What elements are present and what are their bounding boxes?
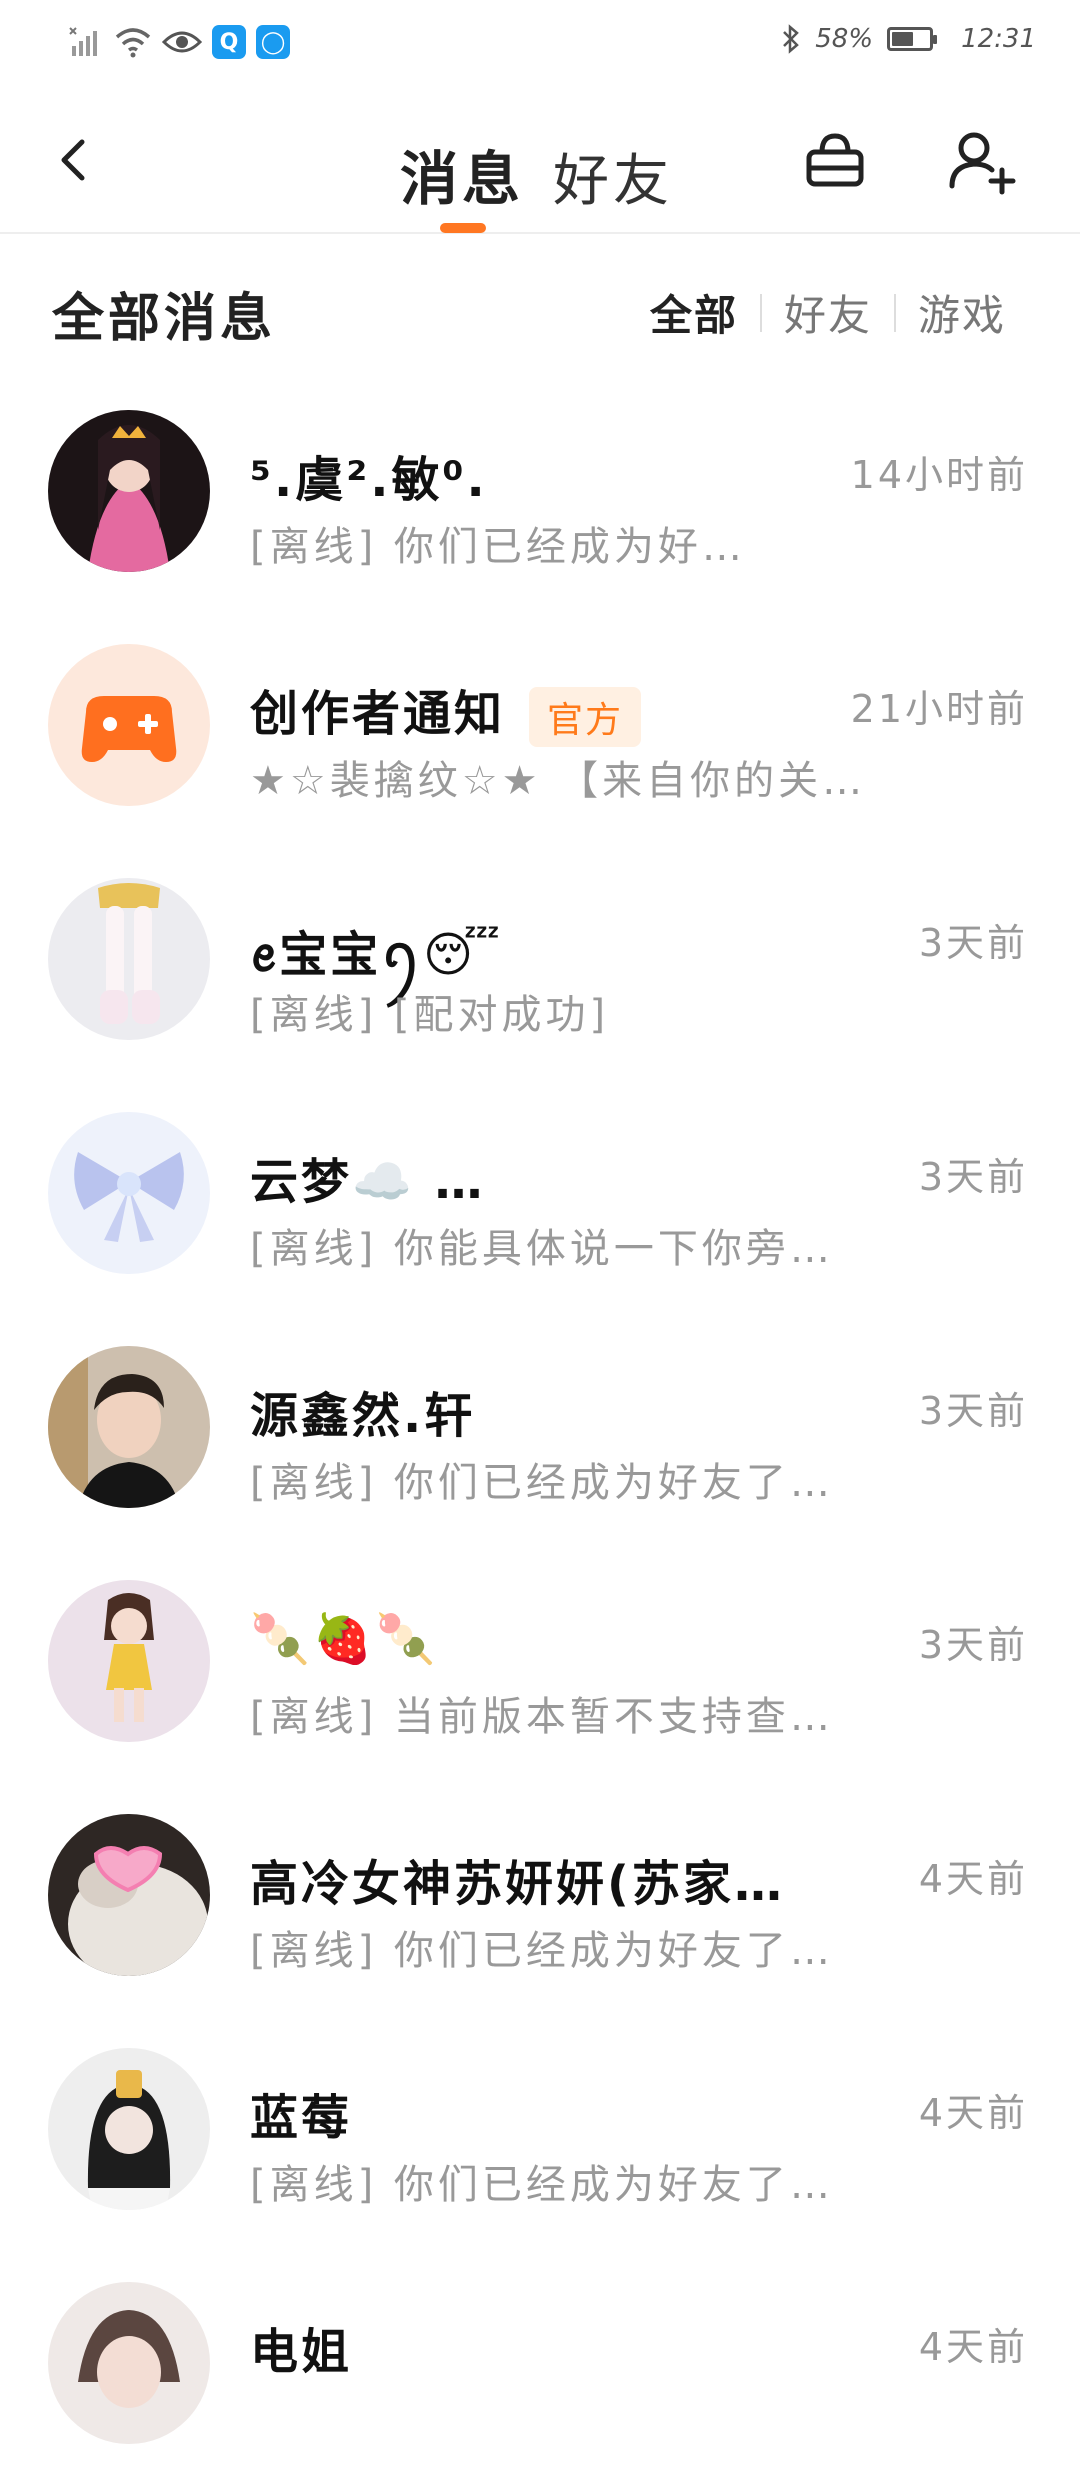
- contact-name: 🍡🍓🍡: [250, 1611, 439, 1667]
- message-time: 4天前: [918, 1857, 1028, 1901]
- status-bar: Q ◯ 58% 12:31: [0, 0, 1080, 90]
- message-preview: [离线] [配对成功]: [250, 992, 610, 1038]
- contact-name: 创作者通知 官方: [250, 674, 642, 747]
- bluetooth-icon: [783, 24, 800, 54]
- filter-games[interactable]: 游戏: [896, 282, 1028, 343]
- message-time: 3天前: [918, 1389, 1028, 1433]
- wifi-icon: [115, 28, 151, 58]
- message-time: 3天前: [918, 1623, 1028, 1667]
- message-preview: [离线] 你能具体说一下你旁…: [250, 1226, 834, 1272]
- back-icon[interactable]: [48, 130, 108, 190]
- message-preview: [离线] 你们已经成为好…: [250, 524, 746, 570]
- avatar[interactable]: [48, 2282, 210, 2444]
- battery-fill: [892, 32, 913, 46]
- contact-name: 电姐: [250, 2324, 353, 2380]
- avatar[interactable]: [48, 1814, 210, 1976]
- message-time: 4天前: [918, 2091, 1028, 2135]
- avatar[interactable]: [48, 1580, 210, 1742]
- message-time: 21小时前: [850, 687, 1028, 731]
- avatar[interactable]: [48, 878, 210, 1040]
- message-row[interactable]: 源鑫然.轩 [离线] 你们已经成为好友了… 3天前: [0, 1322, 1080, 1556]
- avatar[interactable]: [48, 410, 210, 572]
- message-row[interactable]: 蓝莓 [离线] 你们已经成为好友了… 4天前: [0, 2024, 1080, 2258]
- message-time: 14小时前: [850, 453, 1028, 497]
- tab-friends[interactable]: 好友: [553, 136, 673, 217]
- clock: 12:31: [961, 24, 1036, 54]
- search-app-icon: Q: [212, 25, 246, 59]
- contact-name: 蓝莓: [250, 2090, 353, 2146]
- message-list: ⁵.虞².敏⁰. [离线] 你们已经成为好… 14小时前 创作者通知 官方 ★☆裴…: [0, 386, 1080, 2492]
- eye-icon: [162, 31, 202, 53]
- filter-options: 全部 好友 游戏: [628, 282, 1028, 343]
- active-tab-indicator: [440, 223, 486, 233]
- battery-icon: [887, 27, 938, 51]
- tab-messages[interactable]: 消息: [400, 132, 524, 216]
- contact-name: 高冷女神苏妍妍(苏家…: [250, 1856, 785, 1912]
- message-time: 4天前: [918, 2325, 1028, 2369]
- message-time: 3天前: [918, 921, 1028, 965]
- add-friend-icon[interactable]: [946, 126, 1016, 196]
- contact-name: 云梦☁️ …: [250, 1154, 486, 1210]
- battery-percent: 58%: [815, 24, 874, 54]
- message-preview: [离线] 当前版本暂不支持查…: [250, 1694, 834, 1740]
- section-title: 全部消息: [52, 289, 277, 349]
- message-row[interactable]: ꫀ宝宝ꪆ😴 [离线] [配对成功] 3天前: [0, 854, 1080, 1088]
- message-row[interactable]: ⁵.虞².敏⁰. [离线] 你们已经成为好… 14小时前: [0, 386, 1080, 620]
- message-preview: [离线] 你们已经成为好友了…: [250, 2162, 834, 2208]
- message-row[interactable]: 云梦☁️ … [离线] 你能具体说一下你旁… 3天前: [0, 1088, 1080, 1322]
- avatar[interactable]: [48, 1112, 210, 1274]
- message-time: 3天前: [918, 1155, 1028, 1199]
- nav-bar: 消息 好友: [0, 90, 1080, 234]
- bulb-app-icon: ◯: [256, 25, 290, 59]
- shop-basket-icon[interactable]: [800, 126, 870, 196]
- avatar[interactable]: [48, 644, 210, 806]
- status-right: 58% 12:31: [781, 24, 1036, 54]
- contact-name-text: 创作者通知: [250, 686, 506, 742]
- filter-bar: 全部消息 全部 好友 游戏: [0, 234, 1080, 384]
- message-row[interactable]: 创作者通知 官方 ★☆裴擒纹☆★ 【来自你的关注】 21小时前: [0, 620, 1080, 854]
- status-left-icons: Q ◯: [68, 24, 290, 60]
- message-row[interactable]: 🍡🍓🍡 [离线] 当前版本暂不支持查… 3天前: [0, 1556, 1080, 1790]
- message-row[interactable]: 高冷女神苏妍妍(苏家… [离线] 你们已经成为好友了… 4天前: [0, 1790, 1080, 2024]
- filter-friends[interactable]: 好友: [762, 282, 894, 343]
- message-preview: [离线] 你们已经成为好友了…: [250, 1460, 834, 1506]
- avatar[interactable]: [48, 1346, 210, 1508]
- message-preview: ★☆裴擒纹☆★ 【来自你的关注】: [250, 758, 880, 804]
- contact-name: 源鑫然.轩: [250, 1388, 476, 1444]
- avatar[interactable]: [48, 2048, 210, 2210]
- contact-name: ⁵.虞².敏⁰.: [250, 452, 488, 508]
- signal-off-icon: [69, 27, 97, 56]
- message-preview: [离线] 你们已经成为好友了…: [250, 1928, 834, 1974]
- message-row[interactable]: 电姐 4天前: [0, 2258, 1080, 2492]
- filter-all[interactable]: 全部: [628, 282, 760, 343]
- official-badge: 官方: [529, 687, 642, 747]
